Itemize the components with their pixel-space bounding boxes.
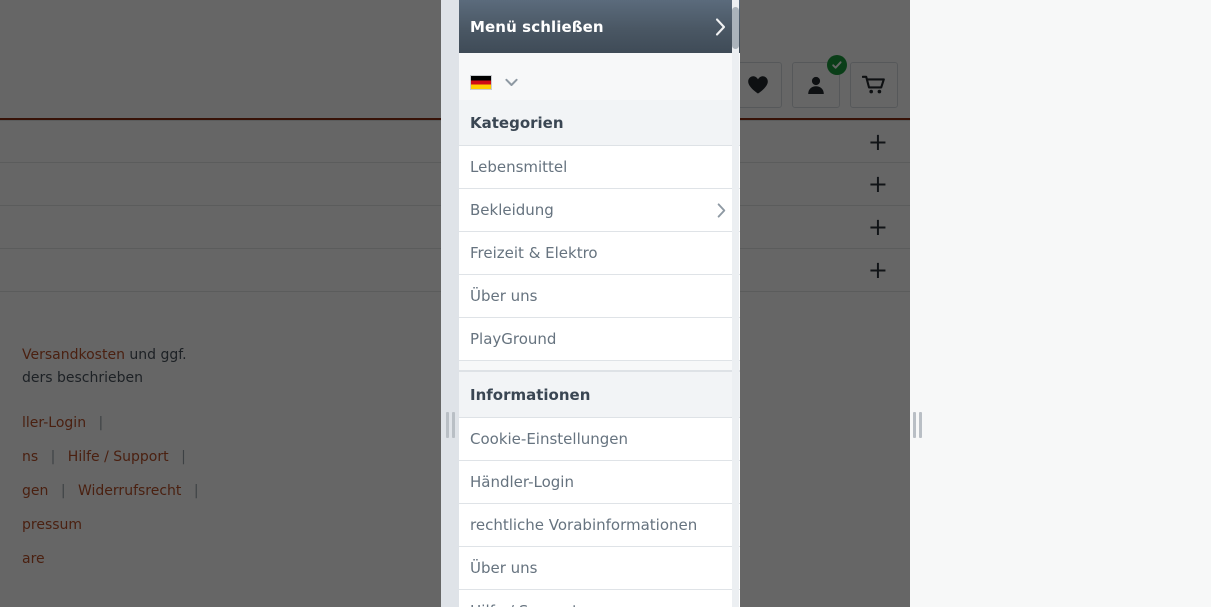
menu-item-label: Cookie-Einstellungen — [470, 430, 629, 448]
offcanvas-left-strip — [441, 0, 459, 607]
handle-bar — [913, 412, 916, 438]
section-divider — [459, 361, 740, 371]
menu-item-cookie-einstellungen[interactable]: Cookie-Einstellungen — [459, 418, 740, 461]
language-switcher[interactable] — [459, 53, 740, 100]
menu-item-label: Hilfe / Support — [470, 602, 726, 607]
handle-bar — [452, 412, 455, 438]
offcanvas-scrollbar-track[interactable] — [732, 0, 739, 607]
de-flag-icon — [470, 75, 492, 90]
chevron-right-icon[interactable] — [715, 17, 726, 36]
handle-bar — [919, 412, 922, 438]
viewport-right-gutter — [910, 0, 1211, 607]
offcanvas-scrollbar-thumb[interactable] — [732, 7, 739, 49]
menu-item-bekleidung[interactable]: Bekleidung — [459, 189, 740, 232]
information-list: Cookie-Einstellungen Händler-Login recht… — [459, 418, 740, 607]
menu-item-label: Freizeit & Elektro — [470, 244, 598, 262]
menu-item-label: Über uns — [470, 559, 538, 577]
chevron-down-icon[interactable] — [505, 78, 518, 87]
menu-item-label: Bekleidung — [470, 201, 554, 219]
left-resize-handle[interactable] — [446, 412, 455, 438]
section-title-kategorien: Kategorien — [459, 100, 740, 146]
menu-item-freizeit-elektro[interactable]: Freizeit & Elektro — [459, 232, 740, 275]
menu-item-lebensmittel[interactable]: Lebensmittel — [459, 146, 740, 189]
offcanvas-menu: Menü schließen Kategorien Lebensmittel B… — [459, 0, 740, 607]
menu-item-label: Lebensmittel — [470, 158, 568, 176]
menu-item-ueber-uns-info[interactable]: Über uns — [459, 547, 740, 590]
menu-item-hilfe-support[interactable]: Hilfe / Support — [459, 590, 740, 607]
offcanvas-close-header[interactable]: Menü schließen — [459, 0, 740, 53]
menu-item-playground[interactable]: PlayGround — [459, 318, 740, 361]
category-list: Lebensmittel Bekleidung Freizeit & Elekt… — [459, 146, 740, 361]
menu-item-ueber-uns[interactable]: Über uns — [459, 275, 740, 318]
menu-item-rechtliche-vorabinformationen[interactable]: rechtliche Vorabinformationen — [459, 504, 740, 547]
offcanvas-close-label: Menü schließen — [470, 17, 604, 36]
menu-item-label: Händler-Login — [470, 473, 574, 491]
menu-item-haendler-login[interactable]: Händler-Login — [459, 461, 740, 504]
chevron-right-icon[interactable] — [717, 202, 726, 218]
menu-item-label: PlayGround — [470, 330, 557, 348]
right-resize-handle[interactable] — [913, 412, 922, 438]
section-title-informationen: Informationen — [459, 371, 740, 418]
handle-bar — [446, 412, 449, 438]
menu-item-label: rechtliche Vorabinformationen — [470, 516, 698, 534]
menu-item-label: Über uns — [470, 287, 538, 305]
